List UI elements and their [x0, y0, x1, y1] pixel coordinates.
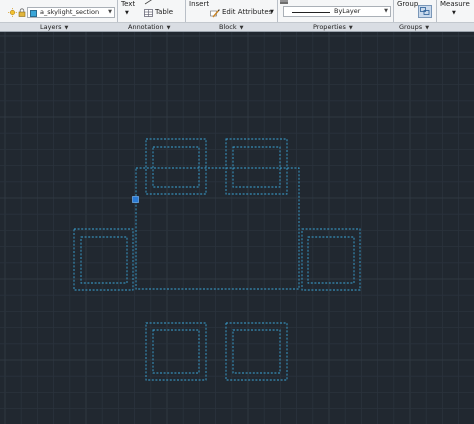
measure-button[interactable]: Measure [440, 0, 470, 9]
chair-bottom-left[interactable] [145, 322, 207, 381]
sun-icon[interactable] [8, 8, 17, 17]
table-outline[interactable] [135, 167, 300, 290]
table-icon [144, 9, 153, 17]
linetype-preview [292, 12, 330, 13]
chevron-down-icon: ▼ [64, 25, 69, 31]
block-panel-title[interactable]: Block ▼ [219, 23, 243, 31]
group-select-toggle-button[interactable] [418, 5, 432, 18]
linetype-value: ByLayer [334, 7, 361, 15]
layer-toolbar-row-faded: · · · · · · · · [10, 0, 39, 4]
group-button[interactable]: Group [397, 0, 418, 9]
chair-top-right[interactable] [225, 138, 288, 195]
current-layer-name: a_skylight_section [40, 8, 100, 16]
grip-handle[interactable] [132, 196, 139, 203]
lock-icon[interactable] [18, 8, 26, 17]
text-button[interactable]: Text [121, 0, 135, 9]
grid [0, 32, 474, 424]
chevron-down-icon: ▼ [239, 25, 244, 31]
text-dropdown-chevron-icon[interactable]: ▼ [125, 9, 129, 18]
chair-bottom-right[interactable] [225, 322, 288, 381]
chevron-down-icon: ▼ [108, 9, 112, 15]
groups-panel-title[interactable]: Groups ▼ [399, 23, 429, 31]
chevron-down-icon: ▼ [384, 8, 388, 14]
block-toolbar-row-faded: · · · [212, 0, 222, 4]
edit-attributes-chevron-icon[interactable]: ▼ [270, 8, 274, 17]
chair-left[interactable] [73, 228, 134, 291]
chair-right[interactable] [301, 228, 361, 291]
layer-dropdown[interactable]: a_skylight_section ▼ [27, 7, 115, 18]
ribbon-panel-title-bar: Layers ▼ Annotation ▼ Block ▼ Properties ▼ G… [0, 22, 474, 32]
linetype-dropdown[interactable]: ByLayer ▼ [283, 6, 391, 17]
leader-icon[interactable] [144, 0, 154, 5]
properties-panel-title[interactable]: Properties ▼ [313, 23, 353, 31]
chair-top-left[interactable] [145, 138, 207, 195]
lineweight-icon [280, 0, 288, 4]
edit-attributes-icon [210, 9, 220, 18]
chevron-down-icon: ▼ [348, 25, 353, 31]
annotation-panel-title[interactable]: Annotation ▼ [128, 23, 171, 31]
table-button[interactable]: Table [155, 8, 173, 17]
drawing-area[interactable] [0, 32, 474, 424]
ribbon: a_skylight_section ▼ · · · · · · · · Tex… [0, 0, 474, 32]
chevron-down-icon: ▼ [425, 25, 430, 31]
chevron-down-icon: ▼ [166, 25, 171, 31]
layers-panel-title[interactable]: Layers ▼ [40, 23, 68, 31]
measure-chevron-icon[interactable]: ▼ [452, 9, 456, 18]
group-select-icon [420, 7, 430, 15]
edit-attributes-button[interactable]: Edit Attributes [222, 8, 272, 17]
drawing-canvas[interactable] [0, 32, 474, 424]
layer-color-swatch [30, 9, 37, 17]
insert-button[interactable]: Insert [189, 0, 209, 9]
